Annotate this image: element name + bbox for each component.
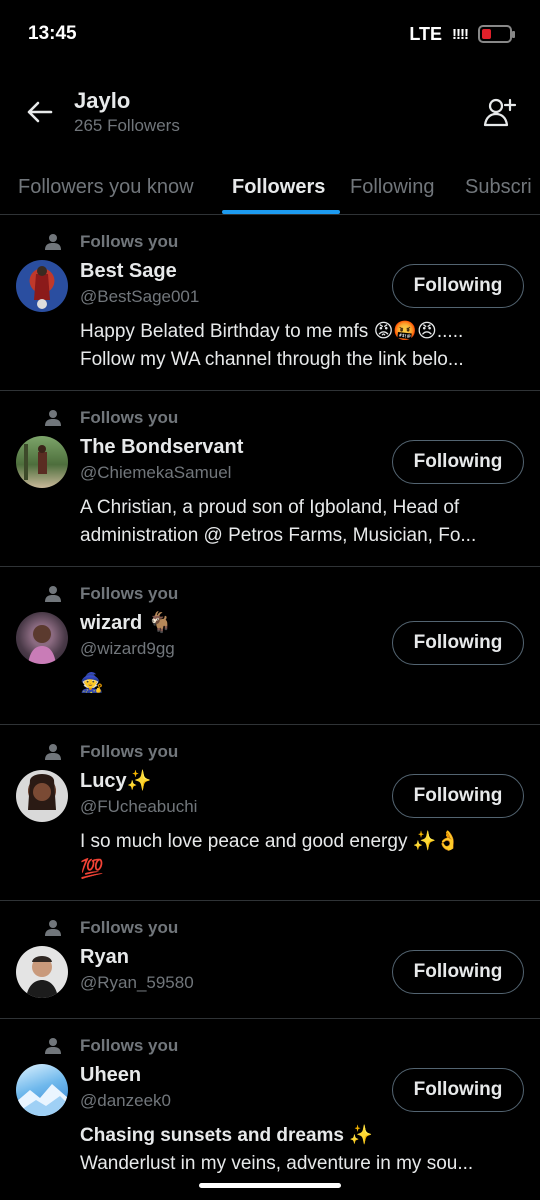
bio-line: administration @ Petros Farms, Musician,… (80, 525, 477, 546)
status-bar: 13:45 LTE !!!! (0, 0, 540, 68)
follows-you-label: Follows you (80, 232, 179, 251)
person-icon (45, 920, 61, 936)
home-indicator[interactable] (199, 1183, 341, 1188)
avatar[interactable] (16, 260, 68, 312)
bio-line: I so much love peace and good energy ✨👌 (80, 831, 461, 852)
person-icon (45, 410, 61, 426)
tab-followers-you-know[interactable]: Followers you know (18, 160, 194, 214)
person-icon (45, 1038, 61, 1054)
user-bio: 🧙 (80, 670, 524, 698)
list-item[interactable]: Follows you Uheen @danzeek0 Following Ch… (0, 1019, 540, 1195)
bio-line: A Christian, a proud son of Igboland, He… (80, 497, 460, 518)
follows-you-label: Follows you (80, 408, 179, 427)
bio-line: Happy Belated Birthday to me mfs 😡🤬😠....… (80, 321, 464, 342)
person-icon (45, 744, 61, 760)
avatar[interactable] (16, 1064, 68, 1116)
bio-line: Chasing sunsets and dreams ✨ (80, 1125, 373, 1146)
bio-line: 🧙 (80, 673, 104, 694)
battery-icon (478, 25, 515, 43)
network-label: LTE (409, 23, 443, 44)
following-button[interactable]: Following (392, 1068, 524, 1112)
active-tab-indicator (222, 210, 340, 214)
list-item[interactable]: Follows you Ryan @Ryan_59580 Following (0, 901, 540, 1019)
following-button[interactable]: Following (392, 774, 524, 818)
followers-list: Follows you Best Sage @BestSage001 Follo… (0, 215, 540, 1195)
signal-icon: !!!! (452, 25, 469, 43)
tab-subscriptions[interactable]: Subscri (465, 160, 532, 214)
bio-line: 💯 (80, 859, 104, 880)
user-bio: A Christian, a proud son of Igboland, He… (80, 494, 524, 550)
list-item[interactable]: Follows you The Bondservant @ChiemekaSam… (0, 391, 540, 567)
profile-header: Jaylo 265 Followers (0, 80, 540, 144)
avatar[interactable] (16, 770, 68, 822)
follows-you-label: Follows you (80, 584, 179, 603)
bio-line: Follow my WA channel through the link be… (80, 349, 464, 370)
following-button[interactable]: Following (392, 621, 524, 665)
tab-following[interactable]: Following (350, 160, 434, 214)
profile-name: Jaylo (74, 88, 131, 113)
tab-followers[interactable]: Followers (232, 160, 325, 214)
tab-bar: Followers you know Followers Following S… (0, 160, 540, 215)
add-user-button[interactable] (478, 90, 522, 134)
following-button[interactable]: Following (392, 264, 524, 308)
follows-you-label: Follows you (80, 742, 179, 761)
list-item[interactable]: Follows you Best Sage @BestSage001 Follo… (0, 215, 540, 391)
following-button[interactable]: Following (392, 440, 524, 484)
following-button[interactable]: Following (392, 950, 524, 994)
avatar[interactable] (16, 612, 68, 664)
status-icons: LTE !!!! (409, 23, 515, 45)
person-icon (45, 586, 61, 602)
avatar[interactable] (16, 946, 68, 998)
status-time: 13:45 (28, 23, 77, 44)
avatar[interactable] (16, 436, 68, 488)
user-bio: I so much love peace and good energy ✨👌 … (80, 828, 524, 884)
follows-you-label: Follows you (80, 918, 179, 937)
user-bio: Chasing sunsets and dreams ✨ Wanderlust … (80, 1122, 524, 1178)
person-icon (45, 234, 61, 250)
bio-line: Wanderlust in my veins, adventure in my … (80, 1153, 474, 1174)
user-bio: Happy Belated Birthday to me mfs 😡🤬😠....… (80, 318, 524, 374)
add-user-icon (483, 98, 517, 127)
followers-count: 265 Followers (74, 116, 180, 135)
back-button[interactable] (18, 91, 60, 133)
follows-you-label: Follows you (80, 1036, 179, 1055)
list-item[interactable]: Follows you Lucy✨ @FUcheabuchi Following… (0, 725, 540, 901)
list-item[interactable]: Follows you wizard 🐐 @wizard9gg Followin… (0, 567, 540, 725)
arrow-left-icon (27, 101, 53, 123)
